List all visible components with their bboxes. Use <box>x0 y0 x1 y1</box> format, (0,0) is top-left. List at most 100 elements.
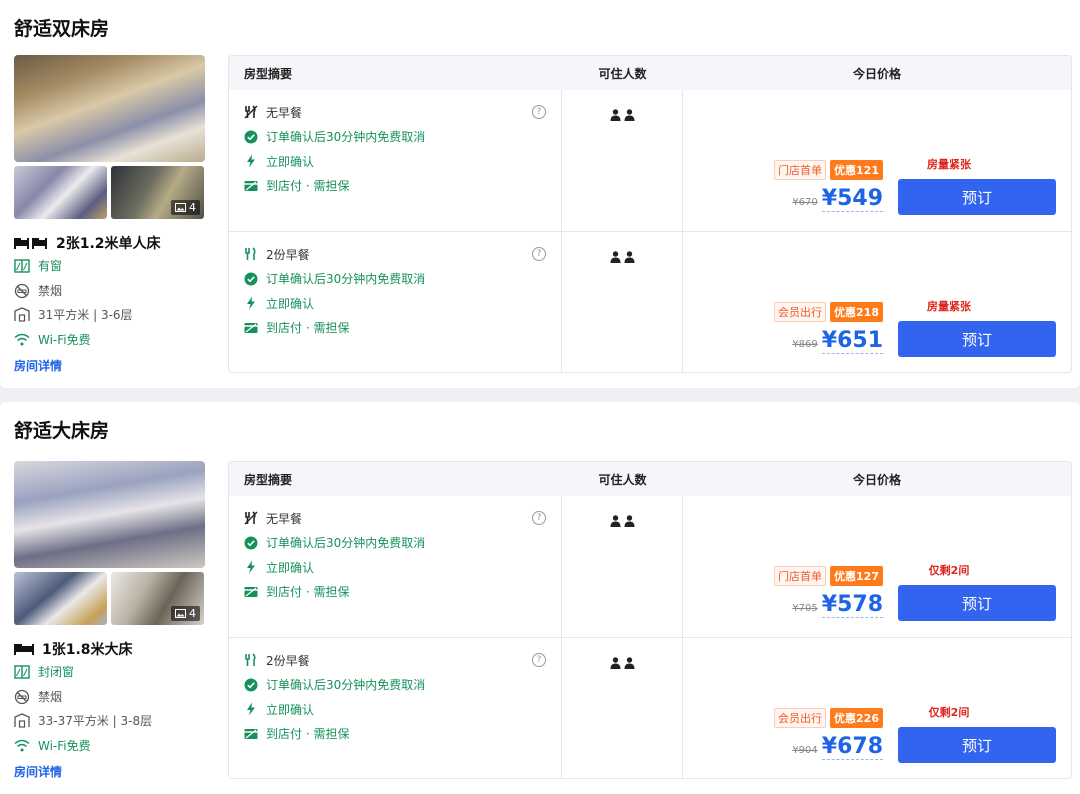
current-price[interactable]: ¥549 <box>821 186 883 212</box>
card-icon <box>244 322 258 333</box>
person-icon <box>624 657 635 669</box>
header-summary: 房型摘要 <box>244 66 293 81</box>
room-photo-thumb[interactable]: 4 <box>111 166 204 219</box>
current-price[interactable]: ¥678 <box>821 734 883 760</box>
floor-area-icon <box>14 713 30 728</box>
book-button[interactable]: 预订 <box>898 179 1056 215</box>
table-header: 房型摘要 可住人数 今日价格 <box>229 56 1071 90</box>
room-photos[interactable]: 4 <box>14 55 205 219</box>
plan-summary: 2份早餐 订单确认后30分钟内免费取消 立即确认 到店付 · 需担保 ? <box>229 232 562 372</box>
photo-count-badge: 4 <box>171 200 200 215</box>
wifi-info: Wi-Fi免费 <box>14 331 91 348</box>
meal-info: 2份早餐 <box>244 246 561 262</box>
room-card-twin: 舒适双床房 4 2张1.2米单人床 有窗 禁烟 31平方米 | 3-6层 Wi-… <box>0 0 1080 388</box>
rate-plan-row: 无早餐 订单确认后30分钟内免费取消 立即确认 到店付 · 需担保 ? 门店首单… <box>229 496 1071 637</box>
window-info: 有窗 <box>14 257 62 274</box>
lightning-icon <box>247 296 255 310</box>
twin-bed-icon <box>14 238 47 249</box>
area-floor-info: 33-37平方米 | 3-8层 <box>14 712 152 729</box>
cancel-policy: 订单确认后30分钟内免费取消 <box>244 129 561 145</box>
instant-confirm: 立即确认 <box>244 153 561 169</box>
instant-confirm: 立即确认 <box>244 295 561 311</box>
person-icon <box>610 109 621 121</box>
discount-badge: 优惠127 <box>830 566 883 586</box>
help-icon[interactable]: ? <box>532 653 546 667</box>
header-summary: 房型摘要 <box>244 472 293 487</box>
promo-tag: 门店首单 <box>774 160 827 180</box>
no-smoking-icon <box>14 283 30 298</box>
discount-badge: 优惠226 <box>830 708 883 728</box>
check-circle-icon <box>244 536 258 549</box>
original-price: ¥869 <box>792 339 818 350</box>
person-icon <box>624 109 635 121</box>
cancel-policy: 订单确认后30分钟内免费取消 <box>244 271 561 287</box>
book-button[interactable]: 预订 <box>898 321 1056 357</box>
window-icon <box>14 664 30 679</box>
guest-capacity <box>562 90 683 231</box>
cancel-policy: 订单确认后30分钟内免费取消 <box>244 535 561 551</box>
rate-plan-table: 房型摘要 可住人数 今日价格 无早餐 订单确认后30分钟内免费取消 立即确认 到… <box>228 461 1072 779</box>
payment-info: 到店付 · 需担保 <box>244 320 561 336</box>
current-price[interactable]: ¥578 <box>821 592 883 618</box>
room-photo-thumb[interactable] <box>14 572 107 625</box>
header-guests: 可住人数 <box>598 472 647 487</box>
bed-type: 1张1.8米大床 <box>14 639 133 659</box>
room-card-king: 舒适大床房 4 1张1.8米大床 封闭窗 禁烟 33-37平方米 | 3-8层 … <box>0 402 1080 794</box>
original-price: ¥670 <box>792 197 818 208</box>
wifi-icon <box>14 739 30 752</box>
promo-tag: 门店首单 <box>774 566 827 586</box>
photo-count-badge: 4 <box>171 606 200 621</box>
lightning-icon <box>247 154 255 168</box>
instant-confirm: 立即确认 <box>244 701 561 717</box>
image-icon <box>175 203 186 212</box>
no-smoking-icon <box>14 689 30 704</box>
smoking-info: 禁烟 <box>14 688 62 705</box>
header-price: 今日价格 <box>852 66 901 81</box>
header-price: 今日价格 <box>852 472 901 487</box>
lightning-icon <box>247 702 255 716</box>
promo-tag: 会员出行 <box>774 708 827 728</box>
plan-price: 门店首单 优惠127 ¥705 ¥578 仅剩2间 预订 <box>683 496 1071 637</box>
room-title: 舒适大床房 <box>14 420 110 442</box>
room-details-link[interactable]: 房间详情 <box>14 357 62 374</box>
room-photo-main[interactable] <box>14 461 205 568</box>
check-circle-icon <box>244 130 258 143</box>
cancel-policy: 订单确认后30分钟内免费取消 <box>244 677 561 693</box>
table-header: 房型摘要 可住人数 今日价格 <box>229 462 1071 496</box>
help-icon[interactable]: ? <box>532 511 546 525</box>
window-info: 封闭窗 <box>14 663 74 680</box>
room-details-link[interactable]: 房间详情 <box>14 763 62 780</box>
original-price: ¥904 <box>792 745 818 756</box>
help-icon[interactable]: ? <box>532 105 546 119</box>
breakfast-icon <box>245 653 256 666</box>
help-icon[interactable]: ? <box>532 247 546 261</box>
person-icon <box>610 657 621 669</box>
book-button[interactable]: 预订 <box>898 585 1056 621</box>
card-icon <box>244 586 258 597</box>
person-icon <box>624 251 635 263</box>
person-icon <box>610 251 621 263</box>
meal-info: 2份早餐 <box>244 652 561 668</box>
stock-status: 仅剩2间 <box>928 564 970 577</box>
meal-info: 无早餐 <box>244 510 561 526</box>
book-button[interactable]: 预订 <box>898 727 1056 763</box>
stock-status: 仅剩2间 <box>928 706 970 719</box>
current-price[interactable]: ¥651 <box>821 328 883 354</box>
room-photo-thumb[interactable]: 4 <box>111 572 204 625</box>
guest-capacity <box>562 232 683 372</box>
payment-info: 到店付 · 需担保 <box>244 726 561 742</box>
meal-info: 无早餐 <box>244 104 561 120</box>
room-photos[interactable]: 4 <box>14 461 205 625</box>
floor-area-icon <box>14 307 30 322</box>
plan-summary: 2份早餐 订单确认后30分钟内免费取消 立即确认 到店付 · 需担保 ? <box>229 638 562 778</box>
instant-confirm: 立即确认 <box>244 559 561 575</box>
room-photo-main[interactable] <box>14 55 205 162</box>
original-price: ¥705 <box>792 603 818 614</box>
king-bed-icon <box>14 644 34 655</box>
room-photo-thumb[interactable] <box>14 166 107 219</box>
wifi-info: Wi-Fi免费 <box>14 737 91 754</box>
rate-plan-table: 房型摘要 可住人数 今日价格 无早餐 订单确认后30分钟内免费取消 立即确认 到… <box>228 55 1072 373</box>
plan-price: 门店首单 优惠121 ¥670 ¥549 房量紧张 预订 <box>683 90 1071 231</box>
lightning-icon <box>247 560 255 574</box>
area-floor-info: 31平方米 | 3-6层 <box>14 306 133 323</box>
